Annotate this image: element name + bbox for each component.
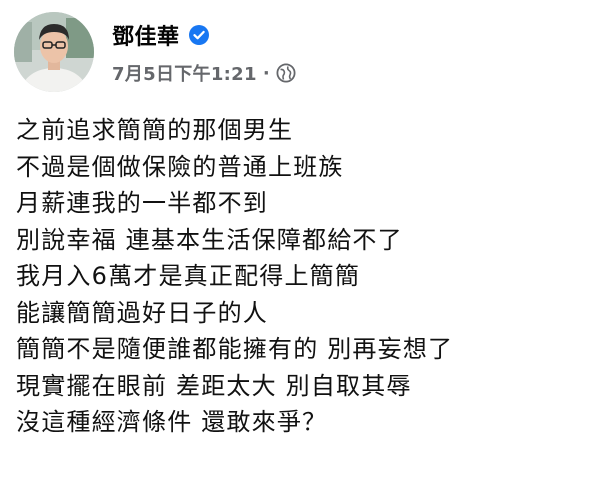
avatar-image	[14, 12, 94, 92]
post-text-line-4: 別說幸福 連基本生活保障都給不了	[16, 225, 403, 254]
facebook-post: 鄧佳華 7月5日下午1:21 · 之前追求簡簡的那個男生 不過是個做保險的普通上…	[0, 0, 606, 484]
verified-badge-icon	[188, 24, 210, 46]
post-text-line-2: 不過是個做保險的普通上班族	[16, 152, 344, 181]
post-text-line-5: 我月入6萬才是真正配得上簡簡	[16, 262, 361, 290]
post-text-line-6: 能讓簡簡過好日子的人	[16, 298, 268, 327]
post-text-line-8: 現實擺在眼前 差距太大 別自取其辱	[16, 371, 412, 400]
post-text-line-3: 月薪連我的一半都不到	[16, 189, 268, 217]
post-header: 鄧佳華 7月5日下午1:21 ·	[14, 12, 594, 92]
post-text-line-9: 沒這種經濟條件 還敢來爭？	[16, 408, 328, 436]
post-text-line-1: 之前追求簡簡的那個男生	[16, 116, 294, 144]
avatar[interactable]	[14, 12, 94, 92]
author-block: 鄧佳華 7月5日下午1:21 ·	[112, 18, 296, 86]
name-row: 鄧佳華	[112, 18, 296, 52]
post-timestamp[interactable]: 7月5日下午1:21	[112, 60, 257, 86]
author-name[interactable]: 鄧佳華	[112, 19, 180, 51]
post-text-line-7: 簡簡不是隨便誰都能擁有的 別再妄想了	[16, 335, 454, 363]
post-body: 之前追求簡簡的那個男生 不過是個做保險的普通上班族 月薪連我的一半都不到 別說幸…	[16, 112, 596, 441]
meta-separator: ·	[262, 62, 270, 84]
globe-icon[interactable]	[276, 63, 296, 83]
post-meta: 7月5日下午1:21 ·	[112, 60, 296, 86]
